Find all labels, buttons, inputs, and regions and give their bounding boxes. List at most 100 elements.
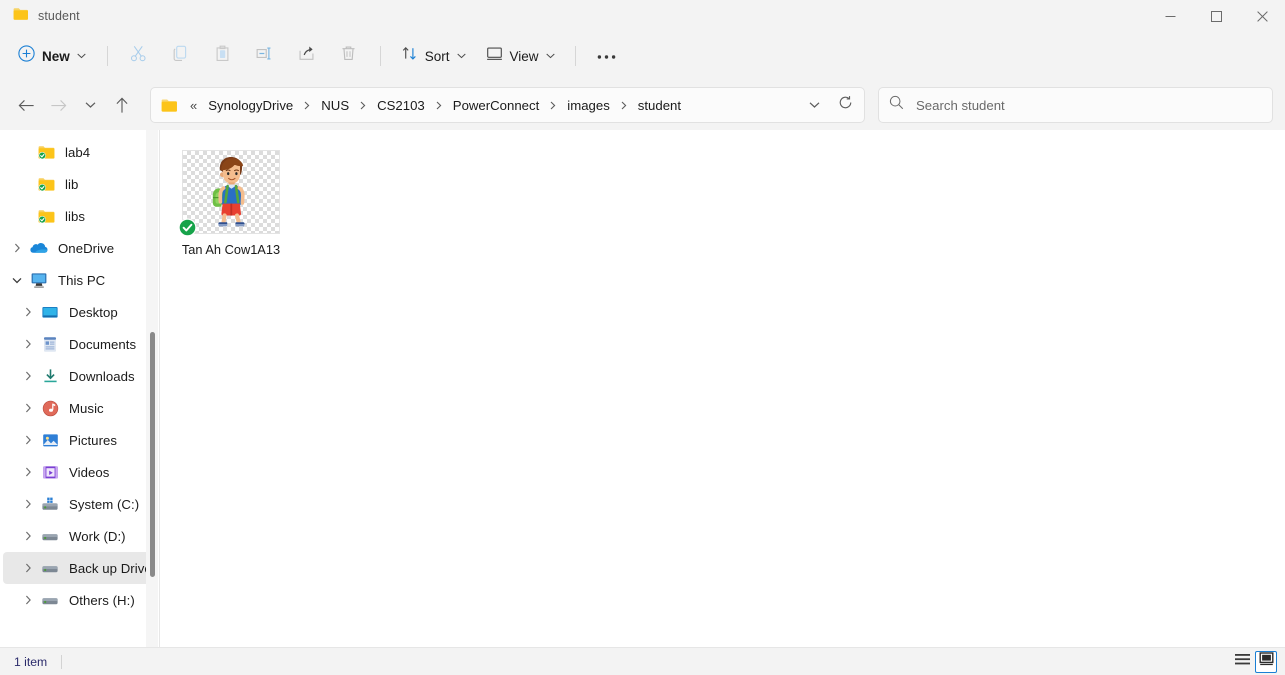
sidebar-item-onedrive[interactable]: OneDrive — [3, 232, 157, 264]
chevron-right-icon — [355, 101, 371, 110]
breadcrumb-item-student[interactable]: student — [632, 94, 687, 117]
delete-button[interactable] — [329, 40, 369, 72]
see-more-button[interactable] — [587, 40, 627, 72]
sidebar-scrollbar-thumb[interactable] — [150, 332, 155, 577]
sidebar-item-videos[interactable]: Videos — [3, 456, 157, 488]
address-bar[interactable]: « SynologyDrive NUS CS2103 PowerConnect … — [150, 87, 865, 123]
sidebar-item-lab4[interactable]: lab4 — [3, 136, 157, 168]
chevron-right-icon[interactable] — [17, 595, 39, 605]
title-bar-left: student — [0, 7, 80, 26]
refresh-button[interactable] — [830, 90, 860, 120]
share-button[interactable] — [287, 40, 327, 72]
file-item[interactable]: Tan Ah Cow1A13 — [174, 144, 288, 262]
breadcrumb-overflow[interactable]: « — [185, 96, 202, 115]
new-button[interactable]: New — [10, 40, 96, 72]
sidebar-item-music[interactable]: Music — [3, 392, 157, 424]
this-pc-icon — [28, 272, 50, 288]
title-bar: student — [0, 0, 1285, 32]
sidebar-item-label: lib — [65, 176, 79, 192]
breadcrumb-item-images[interactable]: images — [561, 94, 616, 117]
chevron-right-icon[interactable] — [17, 307, 39, 317]
sidebar-item-libs[interactable]: libs — [3, 200, 157, 232]
sidebar-item-label: Back up Drive (E:) — [69, 560, 157, 576]
recent-locations-button[interactable] — [74, 89, 106, 121]
chevron-right-icon[interactable] — [17, 531, 39, 541]
chevron-down-icon — [456, 53, 466, 59]
share-icon — [298, 45, 315, 67]
sidebar-item-others-h[interactable]: Others (H:) — [3, 584, 157, 616]
details-view-icon — [1234, 652, 1251, 672]
sidebar-item-lib[interactable]: lib — [3, 168, 157, 200]
breadcrumb: « SynologyDrive NUS CS2103 PowerConnect … — [185, 94, 799, 117]
maximize-button[interactable] — [1193, 0, 1239, 32]
close-button[interactable] — [1239, 0, 1285, 32]
desktop-icon — [39, 305, 61, 320]
sidebar-item-label: Music — [69, 400, 104, 416]
chevron-down-icon — [77, 53, 86, 59]
rename-icon — [256, 45, 274, 67]
sidebar-item-label: lab4 — [65, 144, 91, 160]
rename-button[interactable] — [245, 40, 285, 72]
sidebar-item-system-c[interactable]: System (C:) — [3, 488, 157, 520]
chevron-right-icon[interactable] — [17, 435, 39, 445]
view-button[interactable]: View — [477, 40, 564, 72]
forward-button[interactable] — [42, 89, 74, 121]
file-thumbnail-wrapper — [178, 150, 280, 237]
address-row: « SynologyDrive NUS CS2103 PowerConnect … — [0, 80, 1285, 130]
navigation-pane[interactable]: lab4 lib libs OneDrive This PC Desktop D… — [0, 130, 160, 647]
file-list-view[interactable]: Tan Ah Cow1A13 — [160, 130, 1285, 647]
search-input[interactable] — [916, 97, 1262, 113]
drive-icon — [39, 562, 61, 575]
window-title: student — [38, 9, 80, 23]
folder-icon — [13, 7, 29, 26]
breadcrumb-item-synologydrive[interactable]: SynologyDrive — [202, 94, 299, 117]
chevron-right-icon — [299, 101, 315, 110]
sidebar-item-back-up-drive-e[interactable]: Back up Drive (E:) — [3, 552, 157, 584]
chevron-right-icon[interactable] — [17, 371, 39, 381]
sidebar-item-documents[interactable]: Documents — [3, 328, 157, 360]
sidebar-scrollbar[interactable] — [146, 130, 158, 647]
chevron-right-icon[interactable] — [17, 563, 39, 573]
sidebar-item-work-d[interactable]: Work (D:) — [3, 520, 157, 552]
chevron-right-icon[interactable] — [17, 467, 39, 477]
large-icons-view-button[interactable] — [1255, 650, 1277, 673]
folder-sync-icon — [35, 145, 57, 160]
paste-button[interactable] — [203, 40, 243, 72]
sidebar-item-label: System (C:) — [69, 496, 140, 512]
breadcrumb-item-powerconnect[interactable]: PowerConnect — [447, 94, 546, 117]
sidebar-item-this-pc[interactable]: This PC — [3, 264, 157, 296]
up-one-level-button[interactable] — [106, 89, 138, 121]
chevron-right-icon[interactable] — [17, 403, 39, 413]
onedrive-cloud-icon — [28, 241, 50, 255]
chevron-right-icon — [545, 101, 561, 110]
sidebar-item-label: Desktop — [69, 304, 118, 320]
chevron-right-icon[interactable] — [17, 339, 39, 349]
chevron-down-icon — [809, 96, 820, 114]
main-body: lab4 lib libs OneDrive This PC Desktop D… — [0, 130, 1285, 647]
large-icons-view-icon — [1259, 652, 1274, 671]
details-view-button[interactable] — [1231, 651, 1253, 673]
sidebar-item-desktop[interactable]: Desktop — [3, 296, 157, 328]
breadcrumb-item-nus[interactable]: NUS — [315, 94, 355, 117]
toolbar-divider-3 — [574, 46, 576, 66]
sidebar-item-pictures[interactable]: Pictures — [3, 424, 157, 456]
ellipsis-icon — [597, 47, 616, 65]
copy-button[interactable] — [161, 40, 201, 72]
address-dropdown-button[interactable] — [799, 90, 829, 120]
back-button[interactable] — [10, 89, 42, 121]
address-bar-actions — [799, 90, 862, 120]
chevron-right-icon[interactable] — [6, 243, 28, 253]
folder-sync-icon — [35, 209, 57, 224]
breadcrumb-item-cs2103[interactable]: CS2103 — [371, 94, 431, 117]
search-box[interactable] — [878, 87, 1273, 123]
chevron-right-icon[interactable] — [17, 499, 39, 509]
toolbar-divider-2 — [379, 46, 381, 66]
sidebar-item-label: Documents — [69, 336, 137, 352]
sort-button[interactable]: Sort — [392, 40, 475, 72]
minimize-button[interactable] — [1147, 0, 1193, 32]
music-icon — [39, 400, 61, 417]
circle-plus-icon — [18, 45, 35, 67]
sidebar-item-downloads[interactable]: Downloads — [3, 360, 157, 392]
chevron-down-icon[interactable] — [6, 277, 28, 284]
cut-button[interactable] — [119, 40, 159, 72]
